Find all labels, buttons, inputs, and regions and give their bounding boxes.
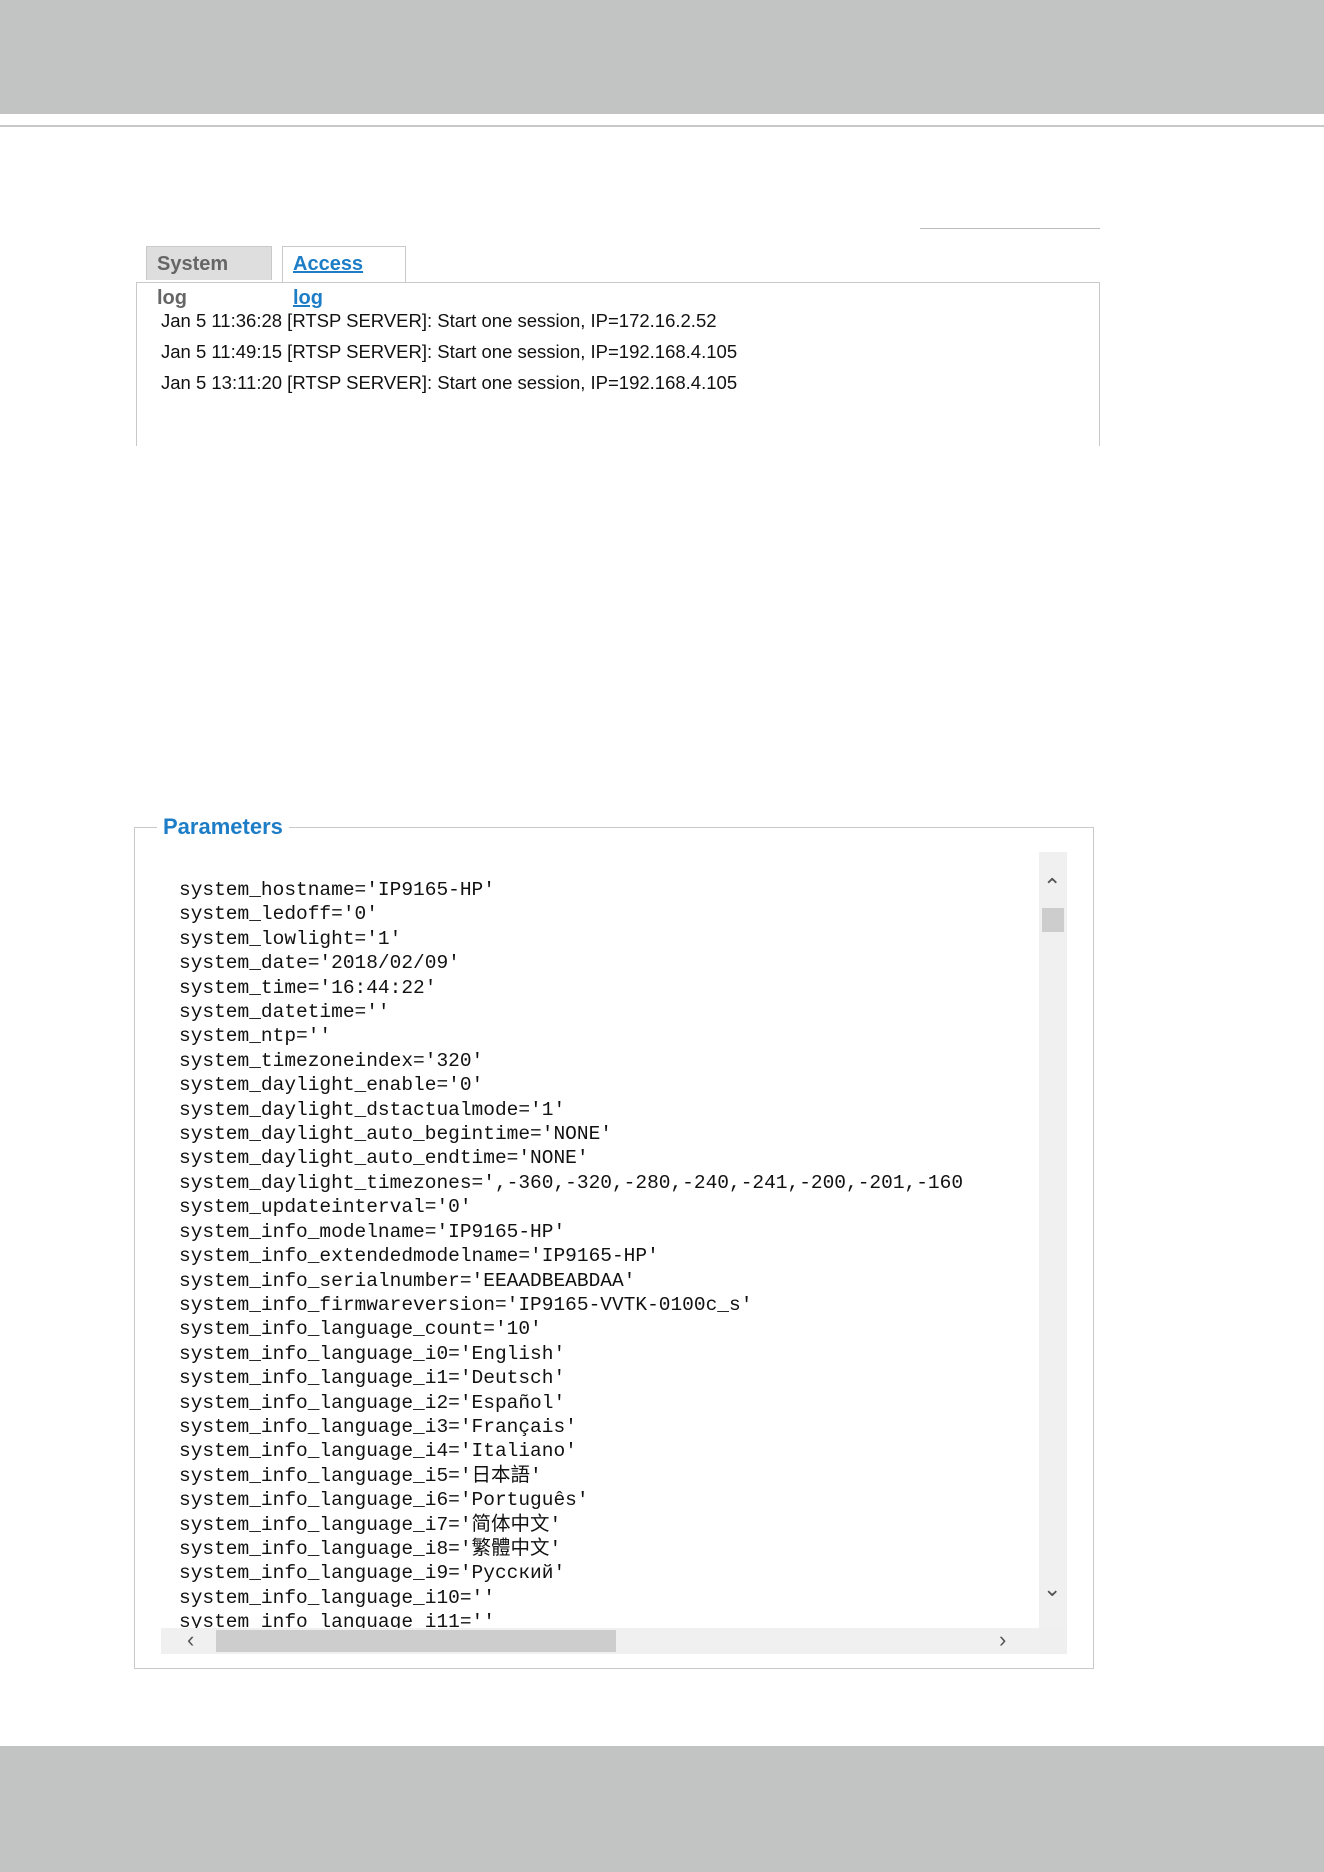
page-header-band <box>0 0 1324 114</box>
access-log-list: Jan 5 11:36:28 [RTSP SERVER]: Start one … <box>161 305 737 398</box>
vertical-scroll-thumb[interactable] <box>1042 908 1064 932</box>
chevron-down-icon[interactable]: ⌄ <box>1043 1578 1061 1600</box>
parameter-line: system_info_language_i3='Français' <box>179 1415 577 1438</box>
access-log-panel: Jan 5 11:36:28 [RTSP SERVER]: Start one … <box>136 282 1100 446</box>
parameter-line: system_info_firmwareversion='IP9165-VVTK… <box>179 1293 753 1316</box>
scrollbar-corner <box>1039 1628 1067 1654</box>
parameter-line: system_info_language_i5='日本語' <box>179 1464 542 1487</box>
parameter-line: system_daylight_timezones=',-360,-320,-2… <box>179 1171 964 1194</box>
page-footer-band <box>0 1746 1324 1872</box>
parameter-line: system_info_language_i11='' <box>179 1611 495 1628</box>
parameter-line: system_info_language_count='10' <box>179 1318 542 1341</box>
horizontal-scroll-thumb[interactable] <box>216 1630 616 1652</box>
parameter-line: system_info_language_i6='Português' <box>179 1489 589 1512</box>
chevron-up-icon[interactable]: ⌃ <box>1043 876 1061 898</box>
chevron-left-icon[interactable]: ‹ <box>187 1629 194 1651</box>
log-viewer: System log Access log Jan 5 11:36:28 [RT… <box>136 228 1100 446</box>
parameters-fieldset: Parameters system_hostname='IP9165-HP' sy… <box>134 812 1094 1669</box>
parameter-line: system_updateinterval='0' <box>179 1196 472 1219</box>
parameters-viewer: system_hostname='IP9165-HP' system_ledoff… <box>161 852 1067 1654</box>
parameter-line: system_info_language_i10='' <box>179 1586 495 1609</box>
parameters-text-area[interactable]: system_hostname='IP9165-HP' system_ledoff… <box>161 852 1039 1628</box>
header-divider <box>0 125 1324 127</box>
parameter-line: system_info_language_i2='Español' <box>179 1391 566 1414</box>
parameter-line: system_hostname='IP9165-HP' <box>179 879 495 901</box>
log-entry: Jan 5 11:49:15 [RTSP SERVER]: Start one … <box>161 341 738 362</box>
parameter-line: system_info_language_i4='Italiano' <box>179 1440 577 1463</box>
parameter-line: system_info_modelname='IP9165-HP' <box>179 1220 566 1243</box>
log-entry: Jan 5 11:36:28 [RTSP SERVER]: Start one … <box>161 310 717 331</box>
parameters-legend: Parameters <box>157 812 289 842</box>
vertical-scrollbar[interactable]: ⌃ ⌄ <box>1039 852 1067 1628</box>
parameter-line: system_daylight_auto_endtime='NONE' <box>179 1147 589 1170</box>
parameter-line: system_info_language_i0='English' <box>179 1342 566 1365</box>
parameters-list: system_hostname='IP9165-HP' system_ledoff… <box>179 878 963 1628</box>
parameter-line: system_lowlight='1' <box>179 927 402 950</box>
parameter-line: system_datetime='' <box>179 1001 390 1024</box>
parameter-line: system_info_language_i7='简体中文' <box>179 1513 562 1536</box>
parameter-line: system_info_extendedmodelname='IP9165-HP… <box>179 1245 659 1268</box>
parameter-line: system_daylight_enable='0' <box>179 1074 484 1097</box>
parameter-line: system_info_serialnumber='EEAADBEABDAA' <box>179 1269 636 1292</box>
log-entry: Jan 5 13:11:20 [RTSP SERVER]: Start one … <box>161 372 738 393</box>
parameter-line: system_date='2018/02/09' <box>179 952 460 975</box>
parameter-line: system_ledoff='0' <box>179 903 378 926</box>
parameter-line: system_info_language_i1='Deutsch' <box>179 1367 566 1390</box>
parameter-line: system_timezoneindex='320' <box>179 1049 484 1072</box>
parameter-line: system_daylight_auto_begintime='NONE' <box>179 1123 612 1146</box>
parameter-line: system_info_language_i9='Русский' <box>179 1562 566 1585</box>
tab-access-log[interactable]: Access log <box>282 246 406 309</box>
parameter-line: system_info_language_i8='繁體中文' <box>179 1537 562 1560</box>
parameter-line: system_daylight_dstactualmode='1' <box>179 1098 566 1121</box>
parameter-line: system_time='16:44:22' <box>179 976 437 999</box>
tab-system-log[interactable]: System log <box>146 246 272 309</box>
parameter-line: system_ntp='' <box>179 1025 332 1048</box>
horizontal-scrollbar[interactable]: ‹ › <box>161 1628 1039 1654</box>
chevron-right-icon[interactable]: › <box>999 1629 1006 1651</box>
